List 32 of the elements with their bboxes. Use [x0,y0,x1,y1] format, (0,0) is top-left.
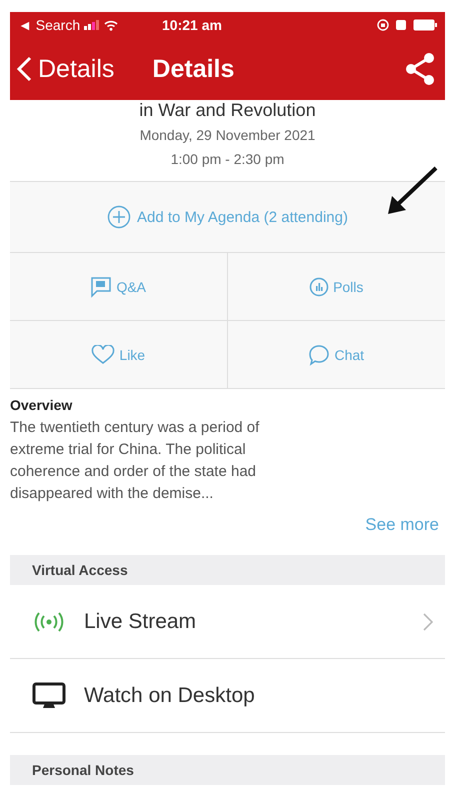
screen-title: Details [152,54,236,84]
heart-icon [91,344,116,364]
monitor-icon [32,682,66,710]
back-to-app-link[interactable]: ◄ Search [18,17,80,33]
back-button[interactable]: Details [16,54,114,84]
section-header: Personal Notes [10,755,445,785]
share-button[interactable] [405,52,435,86]
overview-text: The twentieth century was a period of extreme trial for China. The political coherence and order of the state had disappeared with the demise... [10,418,260,504]
bar-chart-icon [309,276,330,296]
qa-button[interactable]: Q&A [10,253,228,321]
annotation-arrow [386,166,438,216]
see-more-link[interactable]: See more [365,515,445,535]
chevron-left-icon [16,56,32,82]
clock-time: 10:21 am [162,17,223,33]
like-button[interactable]: Like [10,321,228,389]
polls-button[interactable]: Polls [228,253,445,321]
chat-button[interactable]: Chat [228,321,445,389]
wifi-icon [104,20,118,30]
overview-heading: Overview [10,397,74,413]
alarm-icon [395,19,407,31]
speech-bubble-icon [308,344,330,366]
session-date: Monday, 29 November 2021 [140,127,316,143]
broadcast-icon [32,610,66,632]
battery-icon [413,19,437,31]
plus-circle-icon [107,205,131,229]
session-time: 1:00 pm - 2:30 pm [170,151,284,167]
rotation-lock-icon [377,19,389,31]
section-header: Virtual Access [10,555,445,585]
session-title: in War and Revolution [139,100,316,121]
chat-bubble-icon [90,276,112,298]
share-icon [405,52,435,86]
signal-icon [84,20,100,30]
